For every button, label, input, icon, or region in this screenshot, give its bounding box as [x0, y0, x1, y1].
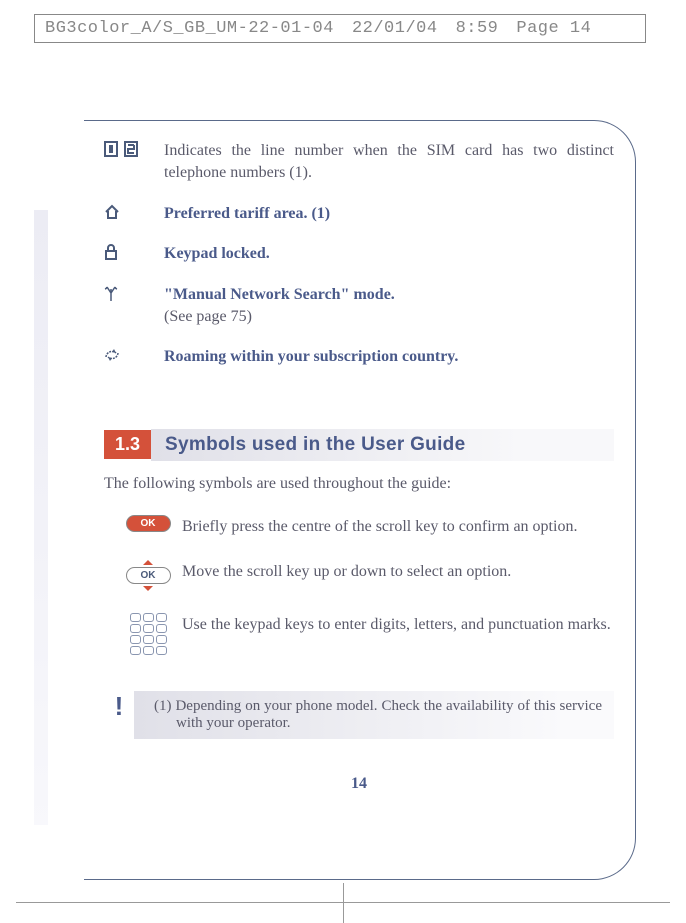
ok-scroll-icon: OK	[114, 560, 182, 591]
page-content: Indicates the line number when the SIM c…	[104, 140, 614, 793]
symbol-text: Briefly press the centre of the scroll k…	[182, 515, 614, 538]
footnote: ! (1) Depending on your phone model. Che…	[104, 691, 614, 739]
status-text-plain: (See page 75)	[164, 308, 252, 325]
symbol-text: Move the scroll key up or down to select…	[182, 560, 614, 583]
status-text: Preferred tariff area. (1)	[164, 203, 614, 225]
status-text: Keypad locked.	[164, 243, 614, 265]
antenna-icon	[104, 284, 164, 301]
exclamation-icon: !	[104, 691, 134, 722]
status-text-bold: "Manual Network Search" mode.	[164, 286, 395, 303]
status-row-manual-network: "Manual Network Search" mode. (See page …	[104, 284, 614, 329]
symbol-row-keypad: Use the keypad keys to enter digits, let…	[104, 613, 614, 655]
print-date: 22/01/04	[352, 19, 438, 38]
print-file: BG3color_A/S_GB_UM-22-01-04	[45, 19, 334, 38]
keypad-icon	[114, 613, 182, 655]
status-text: Indicates the line number when the SIM c…	[164, 140, 614, 185]
print-page: Page 14	[516, 19, 591, 38]
symbol-row-ok-press: OK Briefly press the centre of the scrol…	[104, 515, 614, 538]
status-text: Roaming within your subscription country…	[164, 346, 614, 368]
symbol-text: Use the keypad keys to enter digits, let…	[182, 613, 614, 636]
status-row-tariff: Preferred tariff area. (1)	[104, 203, 614, 225]
section-intro: The following symbols are used throughou…	[104, 475, 614, 493]
ok-press-icon: OK	[114, 515, 182, 532]
line-1-2-icon	[104, 140, 164, 157]
status-row-line-number: Indicates the line number when the SIM c…	[104, 140, 614, 185]
section-heading: 1.3 Symbols used in the User Guide	[104, 429, 614, 461]
status-row-roaming: Roaming within your subscription country…	[104, 346, 614, 368]
footnote-text: (1) Depending on your phone model. Check…	[134, 691, 614, 739]
symbol-row-ok-scroll: OK Move the scroll key up or down to sel…	[104, 560, 614, 591]
section-number: 1.3	[104, 430, 151, 459]
print-header: BG3color_A/S_GB_UM-22-01-04 22/01/04 8:5…	[34, 14, 646, 43]
house-icon	[104, 203, 164, 220]
status-text: "Manual Network Search" mode. (See page …	[164, 284, 614, 329]
page-number: 14	[104, 775, 614, 793]
crop-mark-vertical	[343, 883, 344, 923]
side-tab-accent	[34, 210, 48, 825]
roaming-icon	[104, 346, 164, 363]
section-title: Symbols used in the User Guide	[151, 429, 614, 461]
lock-icon	[104, 243, 164, 260]
print-time: 8:59	[456, 19, 499, 38]
status-row-keypad-locked: Keypad locked.	[104, 243, 614, 265]
